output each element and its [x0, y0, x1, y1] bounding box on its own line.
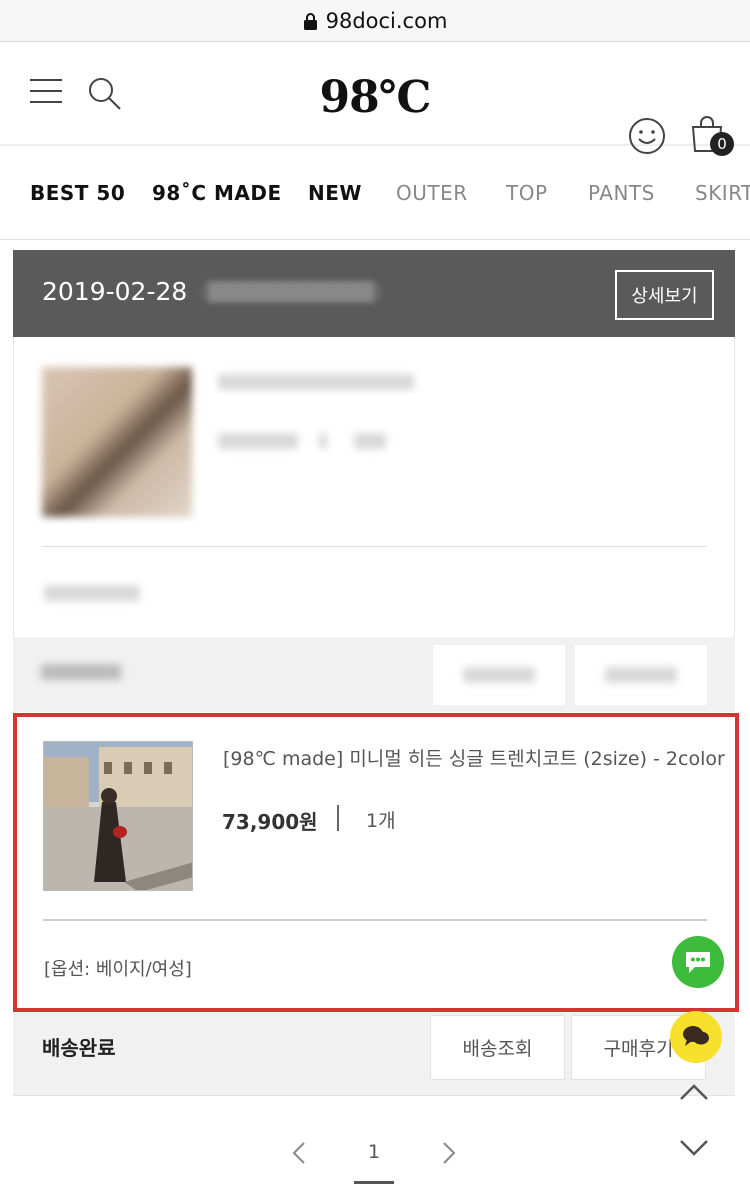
speech-bubble-icon	[686, 952, 710, 973]
product-option: [옵션: 베이지/여성]	[44, 959, 192, 980]
redacted-option	[44, 585, 140, 601]
next-page-icon[interactable]	[440, 1140, 458, 1166]
product-quantity: 1개	[366, 810, 396, 832]
item-divider	[43, 919, 707, 921]
category-outer[interactable]: OUTER	[396, 181, 468, 205]
chat-bubbles-icon	[683, 1026, 709, 1046]
category-skirt[interactable]: SKIRT	[695, 181, 750, 205]
track-delivery-button[interactable]: 배송조회	[430, 1015, 565, 1080]
lock-icon	[303, 13, 317, 30]
current-page-number[interactable]: 1	[354, 1141, 394, 1163]
order-number-redacted: (████████████)	[201, 282, 382, 303]
delivery-status: 배송완료	[42, 1036, 116, 1060]
item-divider	[42, 546, 706, 547]
site-logo[interactable]: 98℃	[0, 72, 750, 123]
product-thumbnail[interactable]	[43, 741, 193, 891]
url-text: 98doci.com	[325, 8, 448, 33]
order-status-bar: 배송완료 배송조회 구매후기	[13, 1012, 735, 1096]
category-top[interactable]: TOP	[506, 181, 548, 205]
order-status-bar-redacted	[13, 637, 735, 712]
category-nav: BEST 50 98˚C MADE NEW OUTER TOP PANTS SK…	[0, 146, 750, 240]
highlighted-order-item: [98℃ made] 미니멀 히든 싱글 트렌치코트 (2size) - 2co…	[13, 713, 739, 1012]
product-thumbnail-redacted	[42, 367, 192, 517]
kakao-chat-button[interactable]	[670, 1011, 722, 1063]
redacted-name	[218, 374, 414, 390]
order-date: 2019-02-28	[42, 277, 188, 306]
redacted-price	[218, 433, 298, 449]
order-header: 2019-02-28 (████████████) 상세보기	[13, 250, 735, 337]
product-price: 73,900원	[222, 810, 318, 834]
category-new[interactable]: NEW	[308, 181, 362, 205]
prev-page-icon[interactable]	[290, 1140, 308, 1166]
redacted-review-button[interactable]	[575, 645, 707, 705]
scroll-top-icon[interactable]	[678, 1082, 710, 1102]
category-pants[interactable]: PANTS	[588, 181, 655, 205]
category-98c-made[interactable]: 98˚C MADE	[152, 181, 282, 205]
redacted-status	[41, 664, 121, 680]
redacted-separator	[319, 433, 327, 449]
category-best50[interactable]: BEST 50	[30, 181, 125, 205]
price-separator	[337, 805, 339, 831]
url-bar[interactable]: 98doci.com	[0, 0, 750, 42]
current-page-indicator	[354, 1181, 394, 1184]
redacted-qty	[354, 433, 386, 449]
scroll-bottom-icon[interactable]	[678, 1138, 710, 1158]
site-header: 98℃ 0	[0, 42, 750, 156]
redacted-track-button[interactable]	[433, 645, 565, 705]
order-detail-button[interactable]: 상세보기	[615, 270, 714, 320]
chat-green-button[interactable]	[672, 936, 724, 988]
order-item-redacted	[13, 337, 735, 637]
product-name[interactable]: [98℃ made] 미니멀 히든 싱글 트렌치코트 (2size) - 2co…	[223, 744, 725, 771]
product-photo-icon	[44, 742, 192, 890]
